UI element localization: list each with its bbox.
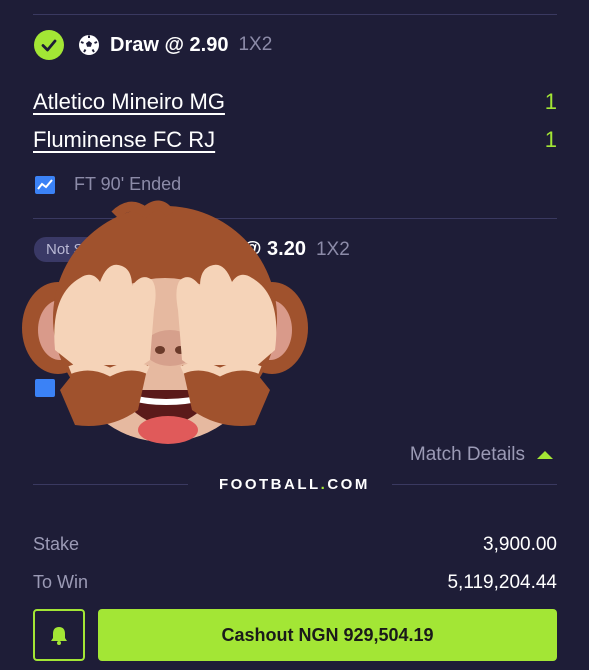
brand-suffix: COM [327, 476, 370, 493]
match-details-toggle[interactable]: Match Details [410, 444, 553, 466]
bet1-home-score: 1 [544, 89, 557, 114]
top-divider [33, 14, 557, 15]
see-no-evil-monkey-emoji [22, 200, 308, 444]
bet1-header: Draw @ 2.90 1X2 [34, 30, 272, 60]
bet2-market: 1X2 [315, 238, 350, 260]
alert-button[interactable] [33, 609, 85, 661]
bet1-market: 1X2 [238, 34, 273, 55]
soccer-ball-icon [79, 35, 99, 55]
bet1-home-team-link[interactable]: Atletico Mineiro MG [33, 89, 225, 115]
stake-label: Stake [33, 534, 80, 554]
bet1-away-team-link[interactable]: Fluminense FC RJ [33, 127, 215, 153]
brand-watermark: FOOTBALL.COM [219, 476, 370, 493]
bet1-status: FT 90' Ended [34, 174, 181, 195]
brand-line-left [33, 484, 188, 485]
bet1-pick: Draw @ 2.90 [110, 33, 229, 56]
match-details-label: Match Details [409, 444, 525, 465]
chevron-up-icon [537, 451, 553, 459]
stake-value: 3,900.00 [483, 534, 557, 555]
towin-value: 5,119,204.44 [447, 572, 557, 593]
bell-icon [51, 627, 67, 645]
brand-line-right [392, 484, 557, 485]
chart-icon [35, 175, 55, 194]
cashout-label: Cashout NGN 929,504.19 [221, 624, 434, 645]
brand-name: FOOTBALL [219, 476, 321, 493]
bet1-away-score: 1 [544, 127, 557, 152]
cashout-button[interactable]: Cashout NGN 929,504.19 [98, 609, 557, 661]
bet1-status-text: FT 90' Ended [74, 174, 182, 194]
check-circle-icon [34, 30, 64, 60]
towin-label: To Win [33, 572, 89, 592]
